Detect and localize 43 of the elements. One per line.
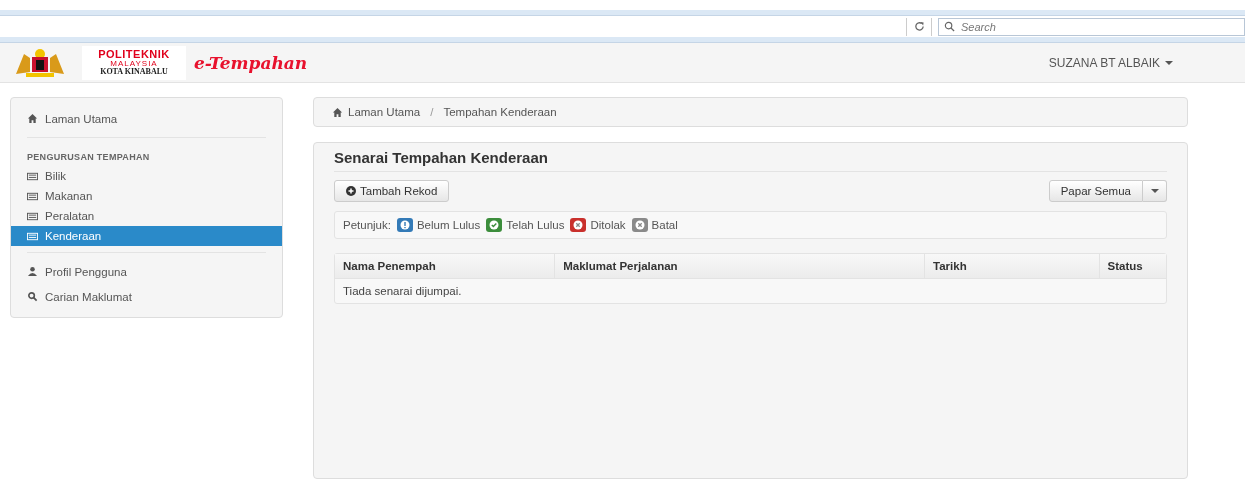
filter-button[interactable]: Papar Semua: [1048, 180, 1143, 202]
column-header: Maklumat Perjalanan: [555, 254, 925, 279]
legend-text: Belum Lulus: [416, 219, 481, 231]
sidebar-item[interactable]: Carian Maklumat: [11, 284, 282, 309]
sidebar-item[interactable]: Peralatan: [11, 206, 282, 226]
empty-message: Tiada senarai dijumpai.: [342, 284, 463, 299]
breadcrumb-current: Tempahan Kenderaan: [443, 106, 557, 118]
breadcrumb-link[interactable]: Laman Utama: [332, 106, 421, 118]
sidebar-item[interactable]: Laman Utama: [11, 106, 282, 131]
add-record-button[interactable]: Tambah Rekod: [334, 180, 450, 202]
list-icon: [27, 230, 38, 242]
breadcrumb-separator: /: [429, 106, 435, 118]
user-icon: [27, 266, 38, 277]
list-icon: [27, 190, 38, 202]
app-name: e-Tempahan: [194, 52, 308, 73]
list-icon: [27, 170, 38, 182]
legend-text: Telah Lulus: [506, 219, 565, 231]
sidebar-item[interactable]: Makanan: [11, 186, 282, 206]
refresh-button[interactable]: [906, 17, 932, 36]
refresh-icon: [913, 21, 925, 32]
column-header: Nama Penempah: [335, 254, 556, 279]
caret-icon: [1165, 60, 1173, 65]
panel-title: Senarai Tempahan Kenderaan: [334, 143, 1167, 172]
home-icon: [27, 113, 38, 124]
search-icon: [27, 291, 38, 302]
plus-circle-icon: [346, 186, 356, 196]
search-icon: [944, 20, 955, 32]
column-header: Tarikh: [925, 254, 1100, 279]
sidebar-heading: PENGURUSAN TEMPAHAN: [26, 151, 151, 164]
sidebar-item[interactable]: Kenderaan: [11, 226, 282, 246]
dropdown-toggle[interactable]: [1143, 180, 1167, 202]
column-header: Status: [1099, 254, 1166, 279]
home-icon: [332, 106, 343, 118]
legend-text: Ditolak: [590, 219, 626, 231]
legend-text: Batal: [651, 219, 678, 231]
sidebar-item[interactable]: Bilik: [11, 166, 282, 186]
user-menu[interactable]: SUZANA BT ALBAIK: [1048, 51, 1173, 74]
list-icon: [27, 210, 38, 222]
legend-label: Petunjuk:: [343, 219, 391, 231]
logo: POLITEKNIK MALAYSIA KOTA KINABALU: [82, 45, 186, 80]
search-field[interactable]: Search: [938, 17, 1245, 36]
sidebar-item[interactable]: Profil Pengguna: [11, 259, 282, 284]
caret-icon: [1150, 189, 1159, 193]
